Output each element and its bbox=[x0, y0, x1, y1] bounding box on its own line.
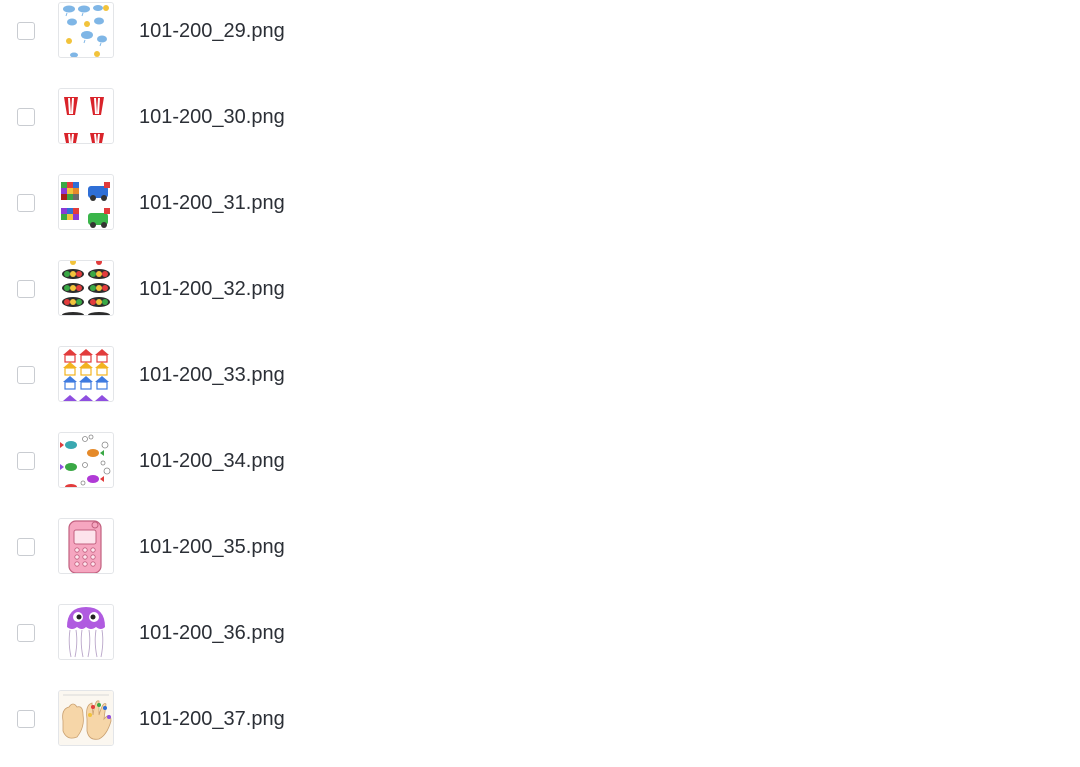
file-row[interactable]: 101-200_30.png bbox=[0, 87, 1080, 173]
file-row[interactable]: 101-200_35.png bbox=[0, 517, 1080, 603]
file-row[interactable]: 101-200_33.png bbox=[0, 345, 1080, 431]
file-name[interactable]: 101-200_37.png bbox=[139, 706, 285, 732]
row-checkbox[interactable] bbox=[17, 452, 35, 470]
file-name[interactable]: 101-200_30.png bbox=[139, 104, 285, 130]
file-name[interactable]: 101-200_34.png bbox=[139, 448, 285, 474]
file-name[interactable]: 101-200_31.png bbox=[139, 190, 285, 216]
row-checkbox[interactable] bbox=[17, 366, 35, 384]
file-name[interactable]: 101-200_35.png bbox=[139, 534, 285, 560]
file-name[interactable]: 101-200_29.png bbox=[139, 18, 285, 44]
fish-worksheet-icon[interactable] bbox=[58, 432, 114, 488]
traffic-lights-worksheet-icon[interactable] bbox=[58, 260, 114, 316]
file-list: 101-200_29.png 101-200_30.png 101-200_31… bbox=[0, 0, 1080, 767]
row-checkbox[interactable] bbox=[17, 624, 35, 642]
red-striped-cups-icon[interactable] bbox=[58, 88, 114, 144]
row-checkbox[interactable] bbox=[17, 280, 35, 298]
pink-phone-icon[interactable] bbox=[58, 518, 114, 574]
colored-grid-vehicles-icon[interactable] bbox=[58, 174, 114, 230]
file-name[interactable]: 101-200_32.png bbox=[139, 276, 285, 302]
purple-jellyfish-icon[interactable] bbox=[58, 604, 114, 660]
row-checkbox[interactable] bbox=[17, 538, 35, 556]
file-name[interactable]: 101-200_33.png bbox=[139, 362, 285, 388]
row-checkbox[interactable] bbox=[17, 710, 35, 728]
file-name[interactable]: 101-200_36.png bbox=[139, 620, 285, 646]
row-checkbox[interactable] bbox=[17, 22, 35, 40]
row-checkbox[interactable] bbox=[17, 194, 35, 212]
file-row[interactable]: 101-200_31.png bbox=[0, 173, 1080, 259]
hands-worksheet-icon[interactable] bbox=[58, 690, 114, 746]
file-row[interactable]: 101-200_32.png bbox=[0, 259, 1080, 345]
row-checkbox[interactable] bbox=[17, 108, 35, 126]
file-row[interactable]: 101-200_36.png bbox=[0, 603, 1080, 689]
file-row[interactable]: 101-200_34.png bbox=[0, 431, 1080, 517]
file-row[interactable]: 101-200_29.png bbox=[0, 1, 1080, 87]
colored-houses-icon[interactable] bbox=[58, 346, 114, 402]
weather-clouds-worksheet-icon[interactable] bbox=[58, 2, 114, 58]
file-row[interactable]: 101-200_37.png bbox=[0, 689, 1080, 767]
